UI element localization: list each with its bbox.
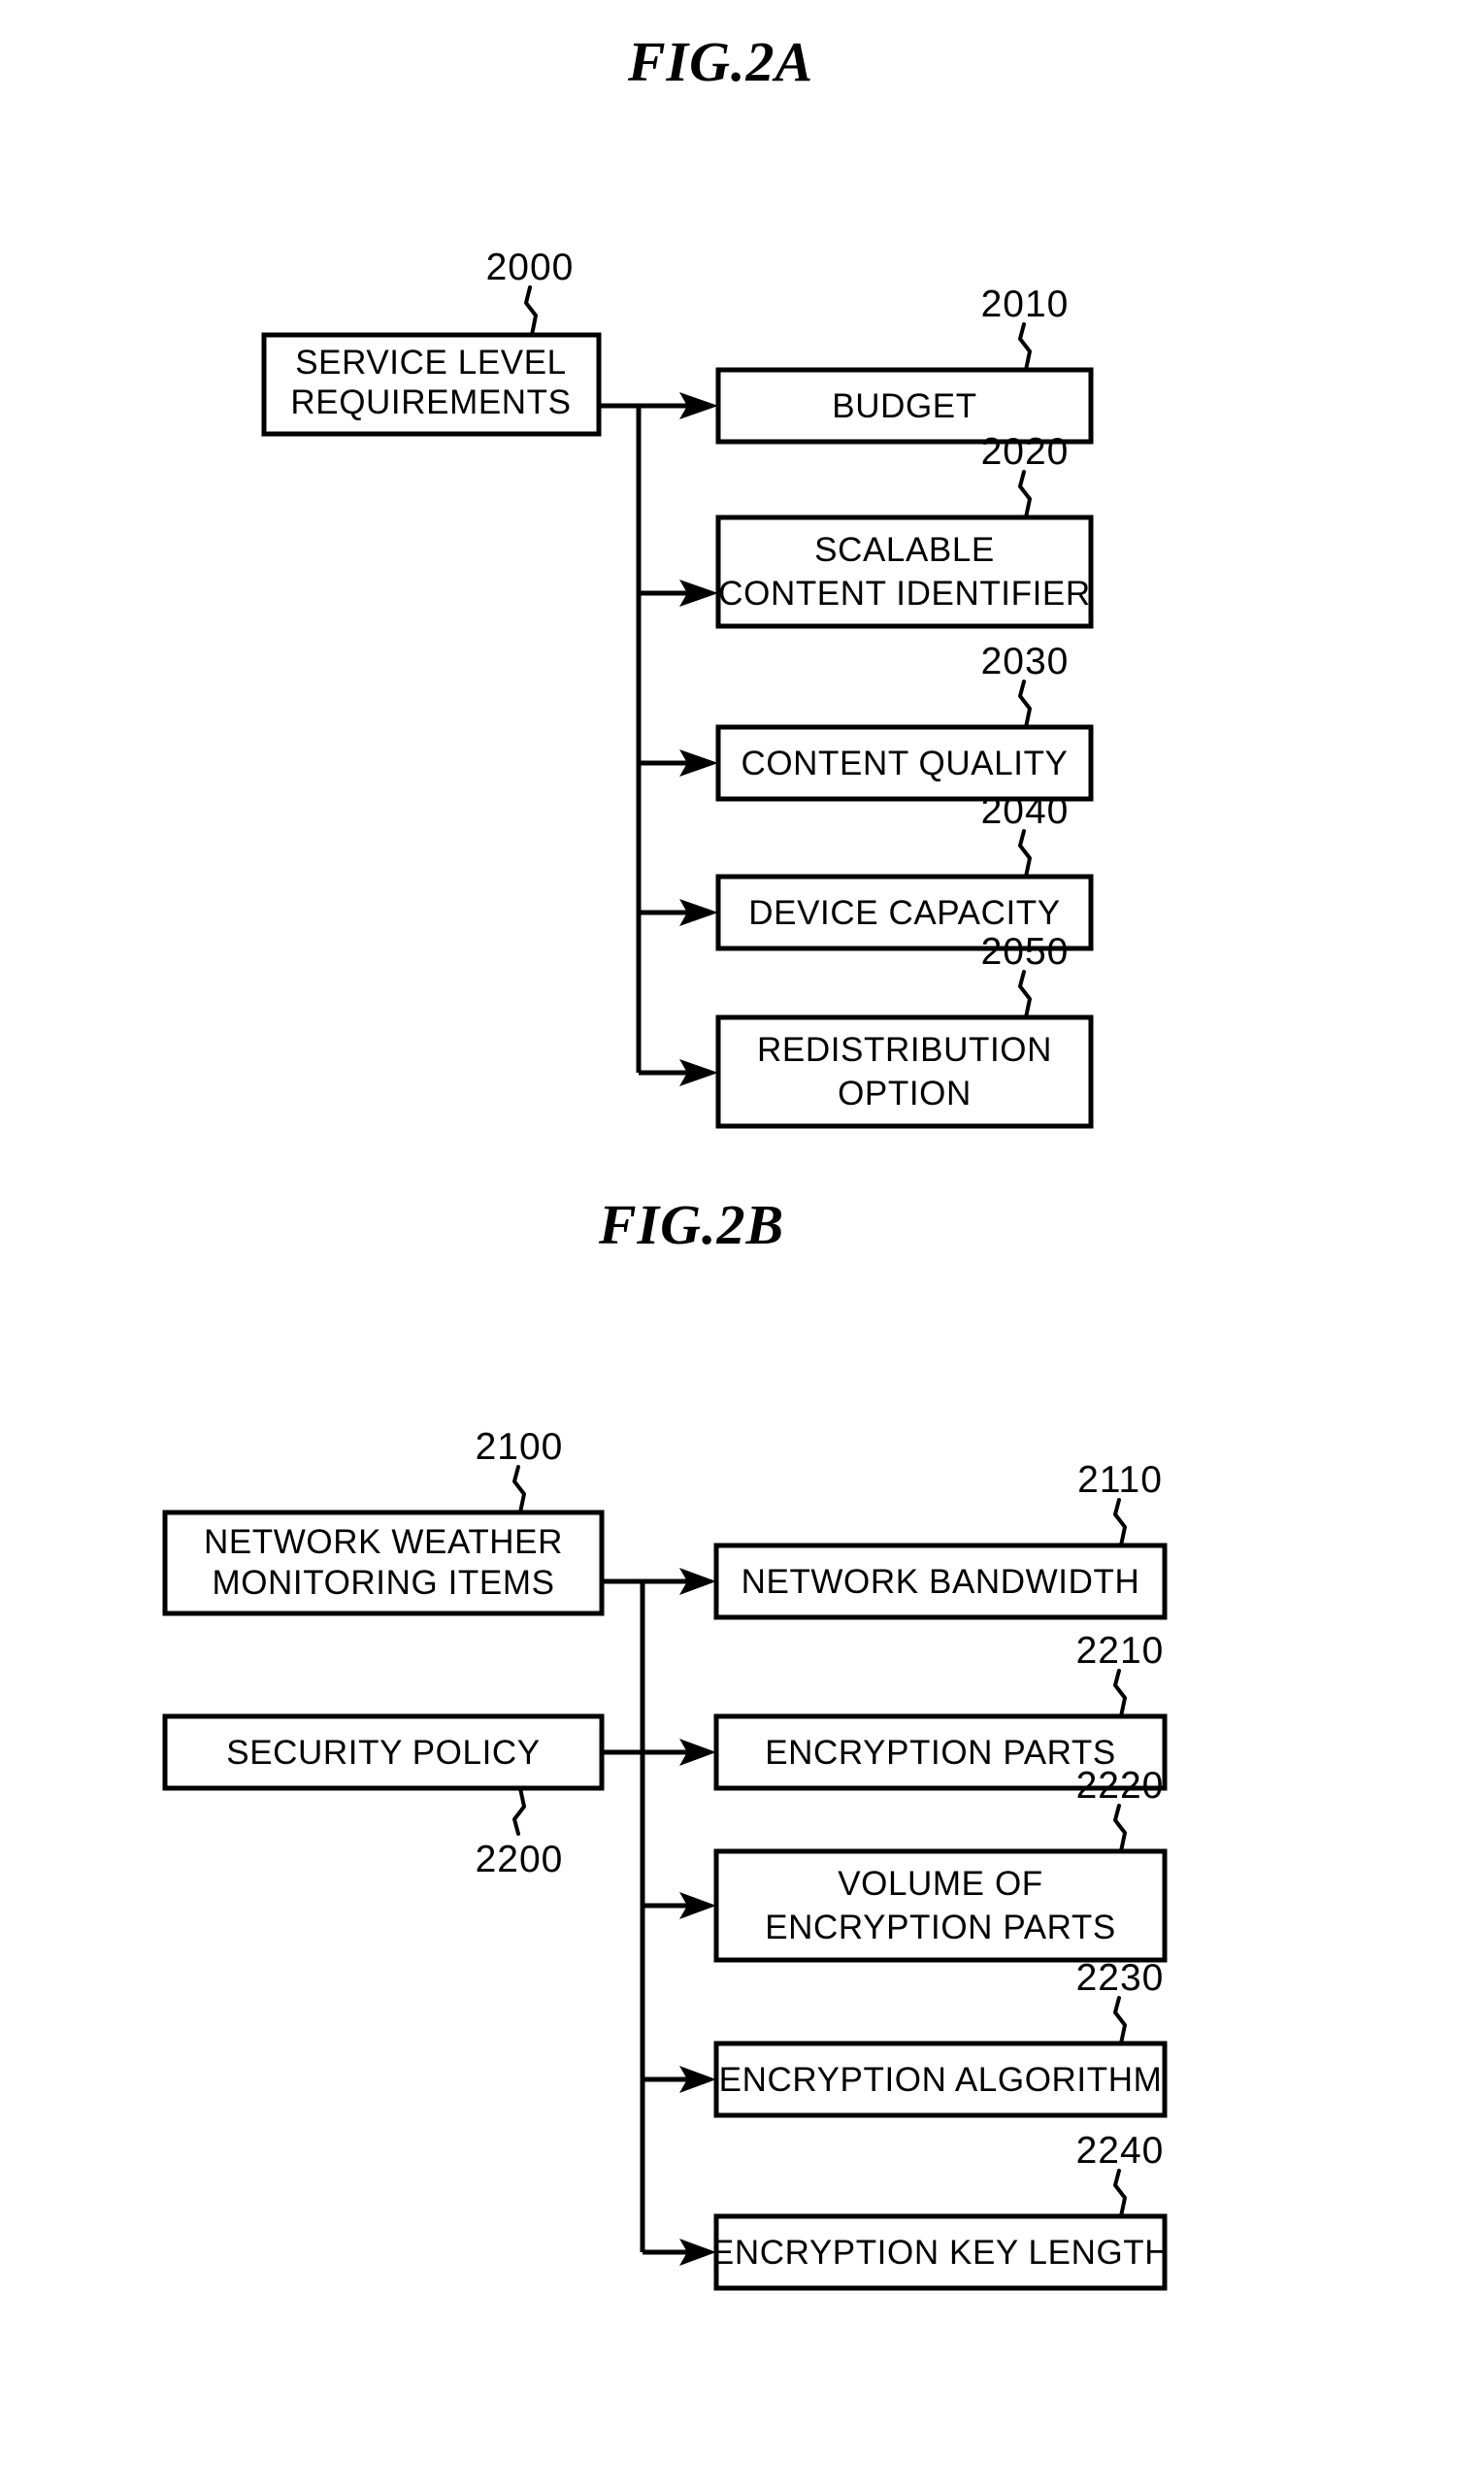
ref-number-2200: 2200 bbox=[476, 1839, 564, 1880]
box-label-2200-line1: SECURITY POLICY bbox=[226, 1734, 540, 1772]
leader-line-2240 bbox=[1113, 2169, 1127, 2218]
connector-bus-2b bbox=[602, 1578, 645, 2252]
leader-line-2210 bbox=[1113, 1669, 1127, 1718]
ref-number-2240: 2240 bbox=[1076, 2130, 1165, 2172]
leader-line-2200 bbox=[512, 1786, 526, 1836]
box-label-2100-line2: MONITORING ITEMS bbox=[212, 1564, 554, 1602]
leader-line-2100 bbox=[512, 1465, 526, 1514]
box-label-2220-line1: VOLUME OF bbox=[838, 1865, 1043, 1903]
ref-number-2110: 2110 bbox=[1077, 1459, 1163, 1501]
box-label-2100-line1: NETWORK WEATHER bbox=[204, 1523, 563, 1561]
box-label-2230-line1: ENCRYPTION ALGORITHM bbox=[719, 2061, 1163, 2099]
leader-line-2110 bbox=[1113, 1498, 1127, 1547]
ref-number-2100: 2100 bbox=[476, 1426, 564, 1468]
box-label-2110-line1: NETWORK BANDWIDTH bbox=[742, 1563, 1140, 1601]
ref-number-2210: 2210 bbox=[1076, 1630, 1165, 1672]
patent-figure-page: FIG.2A SERVICE LEVEL REQUIREMENTS 2000 B… bbox=[0, 0, 1484, 2491]
box-label-2210-line1: ENCRYPTION PARTS bbox=[765, 1734, 1116, 1772]
figure-2b-diagram: NETWORK WEATHER MONITORING ITEMS 2100 SE… bbox=[162, 1426, 1170, 2291]
leader-line-2220 bbox=[1113, 1804, 1127, 1853]
box-label-2240-line1: ENCRYPTION KEY LENGTH bbox=[711, 2234, 1170, 2272]
ref-number-2220: 2220 bbox=[1076, 1765, 1165, 1807]
leader-line-2230 bbox=[1113, 1996, 1127, 2045]
box-label-2220-line2: ENCRYPTION PARTS bbox=[765, 1909, 1116, 1946]
ref-number-2230: 2230 bbox=[1076, 1957, 1165, 1999]
